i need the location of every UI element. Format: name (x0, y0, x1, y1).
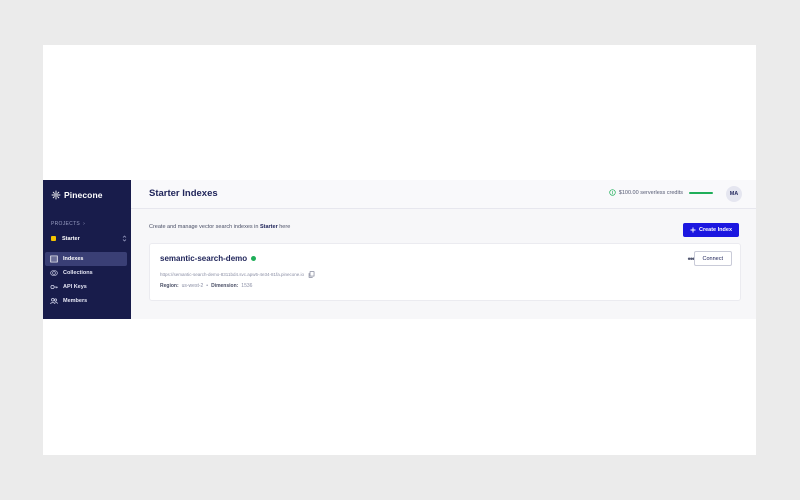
subtitle-project: Starter (259, 224, 278, 230)
projects-label: PROJECTS (51, 221, 81, 227)
pinecone-logo-icon (51, 190, 61, 200)
chevron-right-icon: › (83, 221, 86, 227)
brand-logo[interactable]: Pinecone (51, 190, 103, 200)
page-title: Starter Indexes (149, 188, 218, 199)
index-name-row: semantic-search-demo (160, 254, 257, 263)
sidebar-nav: Indexes Collections API Keys Members (45, 252, 127, 308)
create-index-button[interactable]: Create Index (682, 223, 739, 237)
screen-canvas: Pinecone PROJECTS › Starter Indexes Coll… (43, 45, 756, 455)
credits-progress-bar (689, 191, 713, 194)
sidebar-item-label: Indexes (63, 256, 84, 262)
app-window: Pinecone PROJECTS › Starter Indexes Coll… (43, 180, 756, 319)
project-color-icon (51, 236, 56, 241)
projects-header[interactable]: PROJECTS › (51, 221, 85, 227)
table-icon (50, 255, 58, 263)
sidebar-item-members[interactable]: Members (45, 294, 127, 308)
dimension-label: Dimension: (211, 283, 239, 289)
plus-icon (690, 227, 696, 233)
key-icon (50, 285, 58, 289)
chevron-updown-icon (122, 235, 127, 242)
region-label: Region: (160, 283, 179, 289)
sidebar-item-label: API Keys (63, 284, 87, 290)
index-meta: Region: us-west-2 • Dimension: 1536 (160, 283, 252, 289)
sidebar-item-label: Collections (63, 270, 93, 276)
project-name: Starter (62, 235, 80, 242)
index-host-url: https://semantic-search-demo-8311bd4.svc… (160, 272, 304, 277)
top-bar: Starter Indexes $100.00 serverless credi… (131, 180, 756, 209)
credits-text: $100.00 serverless credits (618, 189, 683, 196)
sidebar-item-indexes[interactable]: Indexes (45, 252, 127, 266)
members-icon (50, 298, 58, 305)
connect-button[interactable]: Connect (693, 251, 732, 266)
credits-indicator[interactable]: $100.00 serverless credits (609, 189, 713, 196)
sidebar: Pinecone PROJECTS › Starter Indexes Coll… (43, 180, 131, 319)
coin-icon (609, 189, 616, 196)
index-host-row: https://semantic-search-demo-8311bd4.svc… (160, 271, 315, 278)
subtitle-text-end: here (277, 224, 291, 230)
sidebar-item-api-keys[interactable]: API Keys (45, 280, 127, 294)
sidebar-item-label: Members (63, 298, 88, 304)
region-value: us-west-2 (181, 283, 204, 289)
page-subtitle: Create and manage vector search indexes … (149, 224, 290, 230)
sidebar-item-collections[interactable]: Collections (45, 266, 127, 280)
index-card[interactable]: semantic-search-demo https://semantic-se… (149, 243, 741, 301)
dimension-value: 1536 (241, 283, 253, 289)
meta-separator: • (206, 283, 209, 289)
collections-icon (50, 270, 58, 276)
main-content: Starter Indexes $100.00 serverless credi… (131, 180, 756, 319)
project-selector[interactable]: Starter (51, 235, 127, 242)
status-dot-icon (251, 256, 257, 261)
credits-progress-fill (689, 191, 713, 194)
avatar[interactable]: MA (726, 186, 742, 202)
copy-icon[interactable] (308, 271, 315, 278)
create-index-label: Create Index (698, 227, 732, 233)
subtitle-text: Create and manage vector search indexes … (149, 224, 260, 230)
brand-name: Pinecone (64, 190, 103, 200)
index-name[interactable]: semantic-search-demo (160, 254, 247, 263)
